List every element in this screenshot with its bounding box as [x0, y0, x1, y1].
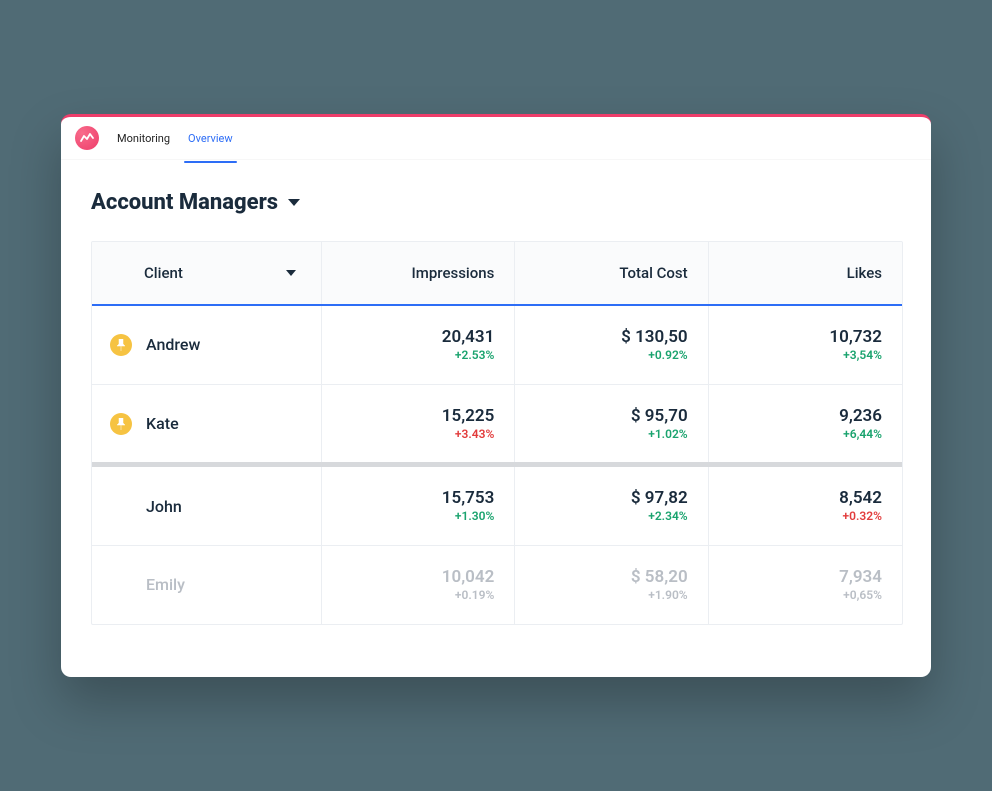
- content-area: Account Managers Client Impressions Tota…: [61, 160, 931, 625]
- likes-value: 8,542: [729, 487, 882, 509]
- cell-impressions: 15,753+1.30%: [322, 467, 515, 545]
- total_cost-value: $ 130,50: [535, 326, 687, 348]
- cell-total_cost: $ 58,20+1.90%: [515, 546, 708, 624]
- cell-total_cost: $ 130,50+0.92%: [515, 306, 708, 384]
- tab-monitoring[interactable]: Monitoring: [117, 126, 170, 151]
- client-name: Kate: [146, 414, 179, 433]
- client-name: Emily: [146, 575, 185, 594]
- likes-delta: +3,54%: [729, 348, 882, 364]
- page-title: Account Managers: [91, 190, 278, 215]
- table-row[interactable]: Kate15,225+3.43%$ 95,70+1.02%9,236+6,44%: [92, 385, 902, 468]
- cell-likes: 9,236+6,44%: [709, 385, 902, 463]
- cell-client: Kate: [92, 385, 322, 463]
- app-window: Monitoring Overview Account Managers Cli…: [61, 114, 931, 677]
- client-name: Andrew: [146, 335, 200, 354]
- column-label: Client: [144, 264, 183, 282]
- column-header-total-cost[interactable]: Total Cost: [515, 242, 708, 304]
- total_cost-delta: +0.92%: [535, 348, 687, 364]
- cell-likes: 10,732+3,54%: [709, 306, 902, 384]
- impressions-value: 20,431: [342, 326, 494, 348]
- total_cost-value: $ 97,82: [535, 487, 687, 509]
- column-header-impressions[interactable]: Impressions: [322, 242, 515, 304]
- likes-delta: +0.32%: [729, 509, 882, 525]
- cell-client: Emily: [92, 546, 322, 624]
- cell-impressions: 20,431+2.53%: [322, 306, 515, 384]
- likes-value: 10,732: [729, 326, 882, 348]
- sort-caret-icon: [286, 270, 296, 276]
- column-header-client[interactable]: Client: [92, 242, 322, 304]
- total_cost-delta: +1.02%: [535, 427, 687, 443]
- likes-value: 7,934: [729, 566, 882, 588]
- column-label: Total Cost: [619, 264, 687, 282]
- cell-likes: 8,542+0.32%: [709, 467, 902, 545]
- managers-table: Client Impressions Total Cost Likes Andr…: [91, 241, 903, 625]
- cell-impressions: 15,225+3.43%: [322, 385, 515, 463]
- impressions-delta: +0.19%: [342, 588, 494, 604]
- impressions-delta: +1.30%: [342, 509, 494, 525]
- total_cost-delta: +1.90%: [535, 588, 687, 604]
- impressions-delta: +2.53%: [342, 348, 494, 364]
- table-row[interactable]: John15,753+1.30%$ 97,82+2.34%8,542+0.32%: [92, 467, 902, 546]
- table-header: Client Impressions Total Cost Likes: [92, 242, 902, 306]
- cell-likes: 7,934+0,65%: [709, 546, 902, 624]
- total_cost-delta: +2.34%: [535, 509, 687, 525]
- column-label: Impressions: [412, 264, 495, 282]
- pin-icon[interactable]: [110, 334, 132, 356]
- total_cost-value: $ 95,70: [535, 405, 687, 427]
- impressions-value: 15,225: [342, 405, 494, 427]
- cell-impressions: 10,042+0.19%: [322, 546, 515, 624]
- client-name: John: [146, 497, 182, 516]
- impressions-value: 15,753: [342, 487, 494, 509]
- impressions-value: 10,042: [342, 566, 494, 588]
- page-title-dropdown[interactable]: Account Managers: [91, 190, 901, 215]
- pin-icon[interactable]: [110, 413, 132, 435]
- cell-client: Andrew: [92, 306, 322, 384]
- likes-delta: +6,44%: [729, 427, 882, 443]
- total_cost-value: $ 58,20: [535, 566, 687, 588]
- table-row[interactable]: Emily10,042+0.19%$ 58,20+1.90%7,934+0,65…: [92, 546, 902, 624]
- likes-value: 9,236: [729, 405, 882, 427]
- app-logo-icon: [75, 126, 99, 150]
- topbar: Monitoring Overview: [61, 117, 931, 160]
- cell-client: John: [92, 467, 322, 545]
- impressions-delta: +3.43%: [342, 427, 494, 443]
- tab-overview[interactable]: Overview: [188, 126, 233, 151]
- column-header-likes[interactable]: Likes: [709, 242, 902, 304]
- cell-total_cost: $ 95,70+1.02%: [515, 385, 708, 463]
- caret-down-icon: [288, 199, 300, 206]
- column-label: Likes: [847, 264, 882, 282]
- likes-delta: +0,65%: [729, 588, 882, 604]
- table-body: Andrew20,431+2.53%$ 130,50+0.92%10,732+3…: [92, 306, 902, 624]
- table-row[interactable]: Andrew20,431+2.53%$ 130,50+0.92%10,732+3…: [92, 306, 902, 385]
- cell-total_cost: $ 97,82+2.34%: [515, 467, 708, 545]
